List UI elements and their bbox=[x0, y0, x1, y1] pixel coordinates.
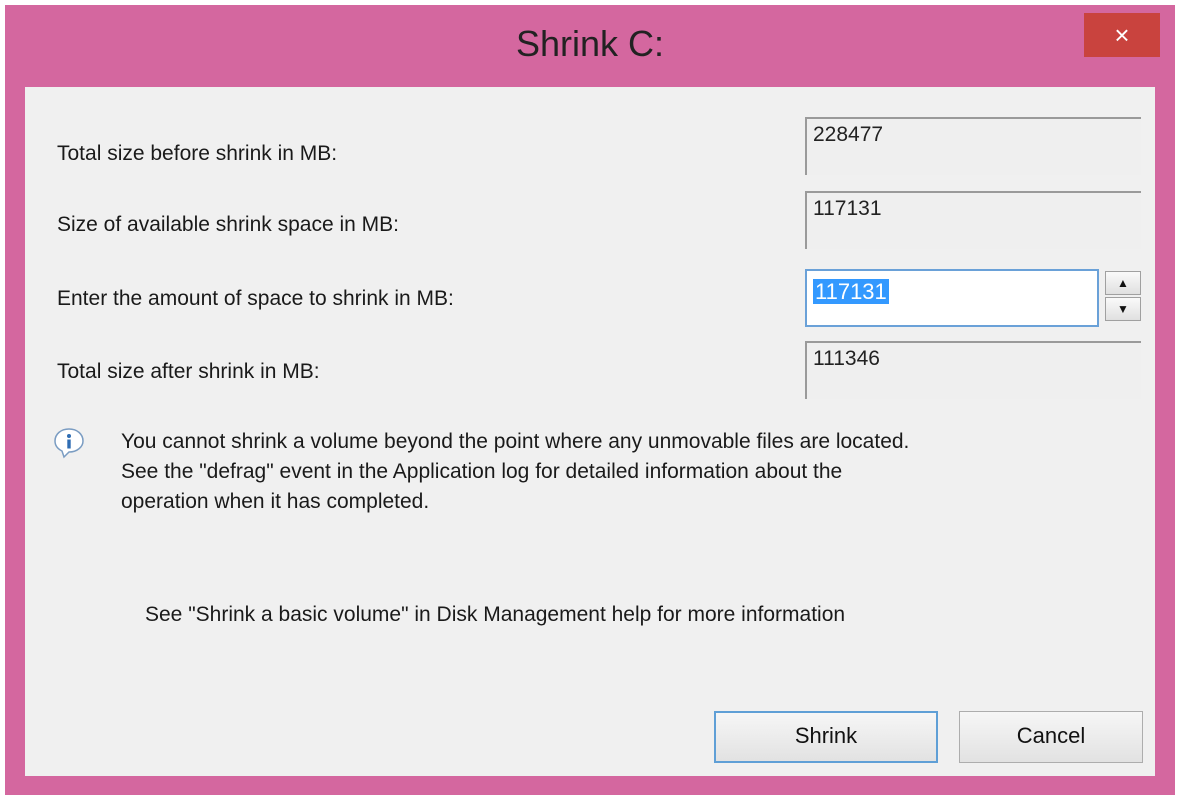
shrink-amount-input[interactable]: 117131 bbox=[805, 269, 1099, 327]
cancel-button-label: Cancel bbox=[1016, 723, 1086, 748]
info-icon bbox=[53, 427, 85, 459]
shrink-button-label: Shrink bbox=[794, 723, 858, 748]
total-before-value: 228477 bbox=[805, 117, 1141, 175]
shrink-button[interactable]: Shrink bbox=[714, 711, 938, 763]
shrink-amount-value: 117131 bbox=[813, 279, 889, 304]
shrink-dialog: Shrink C: × Total size before shrink in … bbox=[5, 5, 1175, 795]
arrow-up-icon: ▲ bbox=[1117, 276, 1129, 290]
shrink-amount-label: Enter the amount of space to shrink in M… bbox=[57, 287, 454, 310]
dialog-body: Total size before shrink in MB: 228477 S… bbox=[25, 87, 1155, 776]
total-after-label: Total size after shrink in MB: bbox=[57, 360, 320, 383]
spin-up-button[interactable]: ▲ bbox=[1105, 271, 1141, 295]
total-before-label: Total size before shrink in MB: bbox=[57, 142, 338, 165]
close-button[interactable]: × bbox=[1084, 13, 1160, 57]
help-text: See "Shrink a basic volume" in Disk Mana… bbox=[145, 603, 846, 626]
available-space-label: Size of available shrink space in MB: bbox=[57, 213, 399, 236]
spin-down-button[interactable]: ▼ bbox=[1105, 297, 1141, 321]
total-after-value: 111346 bbox=[805, 341, 1141, 399]
dialog-title: Shrink C: bbox=[515, 23, 665, 64]
close-icon: × bbox=[1114, 20, 1130, 50]
info-message: You cannot shrink a volume beyond the po… bbox=[121, 430, 910, 513]
shrink-amount-spinner: ▲ ▼ bbox=[1103, 269, 1143, 327]
cancel-button[interactable]: Cancel bbox=[959, 711, 1143, 763]
available-space-value: 117131 bbox=[805, 191, 1141, 249]
arrow-down-icon: ▼ bbox=[1117, 302, 1129, 316]
title-bar[interactable]: Shrink C: × bbox=[5, 5, 1175, 85]
